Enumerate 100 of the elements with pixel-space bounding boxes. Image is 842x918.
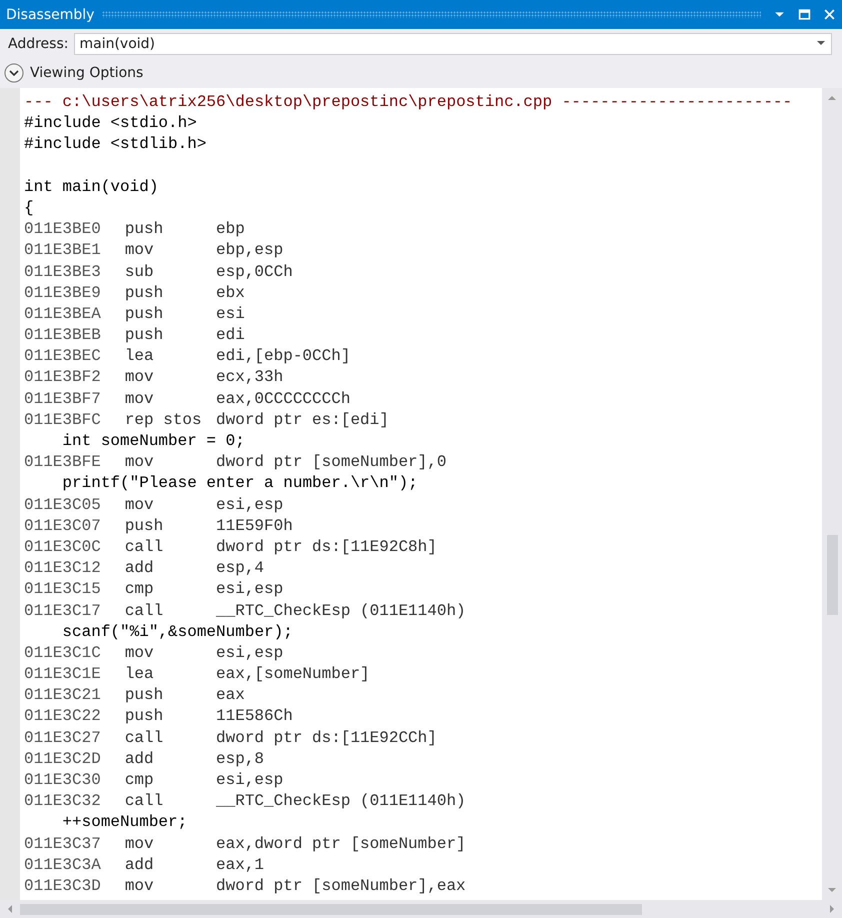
source-line: #include <stdlib.h> — [24, 135, 206, 154]
instruction-address: 011E3BEB — [24, 325, 102, 346]
instruction-operand: eax — [216, 686, 245, 704]
instruction-address: 011E3BF2 — [24, 367, 102, 388]
address-combobox[interactable]: main(void) — [74, 32, 832, 54]
instruction-address: 011E3BE1 — [24, 240, 102, 262]
instruction-address: 011E3C07 — [24, 516, 102, 537]
instruction-mnemonic: call — [124, 536, 164, 558]
instruction-operand: eax,dword ptr [someNumber] — [216, 834, 466, 853]
instruction-mnemonic: mov — [124, 642, 155, 664]
expand-toggle-icon[interactable] — [4, 63, 24, 83]
instruction-operand: dword ptr [someNumber],0 — [216, 453, 446, 472]
address-label: Address: — [8, 36, 68, 52]
scroll-right-icon[interactable] — [827, 904, 837, 914]
instruction-operand: ebp — [216, 220, 245, 238]
instruction-address: 011E3C1C — [24, 642, 102, 664]
instruction-mnemonic: lea — [124, 346, 155, 368]
instruction-address: 011E3BF7 — [24, 388, 102, 410]
instruction-address: 011E3C3D — [24, 876, 102, 897]
instruction-mnemonic: push — [124, 325, 164, 346]
scroll-up-icon[interactable] — [827, 93, 837, 103]
instruction-mnemonic: push — [124, 516, 164, 537]
source-line: printf("Please enter a number.\r\n"); — [61, 474, 418, 492]
instruction-mnemonic: cmp — [124, 770, 155, 791]
instruction-mnemonic: call — [124, 600, 164, 622]
instruction-operand: edi,[ebp-0CCh] — [216, 347, 350, 366]
instruction-address: 011E3C3A — [24, 854, 102, 876]
instruction-operand: esi,esp — [216, 644, 284, 662]
instruction-mnemonic: mov — [124, 834, 155, 855]
instruction-mnemonic: push — [124, 304, 164, 325]
instruction-mnemonic: mov — [124, 494, 155, 516]
instruction-address: 011E3C37 — [24, 834, 102, 855]
instruction-operand: 11E586Ch — [216, 707, 293, 726]
instruction-mnemonic: sub — [124, 262, 155, 282]
instruction-operand: __RTC_CheckEsp (011E1140h) — [216, 792, 466, 810]
instruction-address: 011E3C17 — [24, 600, 102, 622]
instruction-operand: esi,esp — [216, 496, 284, 514]
source-line: #include <stdio.h> — [24, 114, 197, 132]
instruction-operand: esp,4 — [216, 559, 264, 578]
instruction-mnemonic: push — [124, 685, 164, 706]
instruction-operand: dword ptr es:[edi] — [216, 410, 389, 429]
instruction-address: 011E3C32 — [24, 791, 102, 812]
instruction-operand: esi,esp — [216, 771, 284, 789]
instruction-operand: edi — [216, 326, 245, 344]
instruction-address: 011E3C27 — [24, 728, 102, 749]
instruction-operand: ecx,33h — [216, 368, 284, 386]
source-line: scanf("%i",&someNumber); — [61, 622, 293, 641]
instruction-mnemonic: lea — [124, 664, 155, 686]
instruction-operand: dword ptr [someNumber],eax — [216, 876, 466, 895]
maximize-icon[interactable] — [798, 8, 811, 21]
instruction-mnemonic: mov — [124, 240, 155, 262]
instruction-operand: esp,0CCh — [216, 262, 293, 280]
instruction-mnemonic: add — [124, 558, 155, 580]
instruction-address: 011E3BEA — [24, 304, 102, 325]
source-file-header: --- c:\users\atrix256\desktop\prepostinc\prepostinc.cpp ------------------------ — [24, 93, 792, 111]
instruction-address: 011E3BFE — [24, 452, 102, 474]
vertical-scrollbar[interactable] — [822, 88, 842, 900]
instruction-mnemonic: call — [124, 791, 164, 812]
instruction-mnemonic: mov — [124, 367, 155, 388]
instruction-mnemonic: mov — [124, 388, 155, 410]
instruction-mnemonic: push — [124, 219, 164, 240]
source-line: ++someNumber; — [61, 813, 188, 832]
instruction-mnemonic: push — [124, 282, 164, 304]
instruction-operand: esi — [216, 304, 245, 323]
caret-icon[interactable] — [817, 41, 825, 46]
window-title: Disassembly — [6, 6, 94, 22]
instruction-operand: esp,8 — [216, 750, 264, 768]
instruction-mnemonic: mov — [124, 452, 155, 474]
scroll-down-icon[interactable] — [827, 885, 837, 895]
instruction-address: 011E3BE0 — [24, 219, 102, 240]
instruction-mnemonic: mov — [124, 876, 155, 897]
instruction-mnemonic: add — [124, 854, 155, 876]
instruction-address: 011E3C30 — [24, 770, 102, 791]
instruction-address: 011E3C21 — [24, 685, 102, 706]
instruction-address: 011E3C05 — [24, 494, 102, 516]
instruction-mnemonic: push — [124, 706, 164, 728]
instruction-operand: dword ptr ds:[11E92CCh] — [216, 728, 437, 747]
source-line: int someNumber = 0; — [61, 432, 245, 450]
instruction-mnemonic: call — [124, 728, 164, 749]
instruction-operand: eax,1 — [216, 856, 264, 874]
viewing-options-label[interactable]: Viewing Options — [30, 65, 144, 81]
scroll-thumb[interactable] — [20, 904, 642, 915]
source-line: { — [24, 198, 34, 217]
instruction-address: 011E3BEC — [24, 346, 102, 368]
instruction-operand: __RTC_CheckEsp (011E1140h) — [216, 602, 466, 620]
instruction-address: 011E3BFC — [24, 410, 102, 431]
instruction-address: 011E3C12 — [24, 558, 102, 580]
scroll-thumb[interactable] — [827, 535, 838, 615]
instruction-address: 011E3C0C — [24, 536, 102, 558]
instruction-address: 011E3C1E — [24, 664, 102, 686]
instruction-operand: eax,[someNumber] — [216, 665, 370, 684]
instruction-mnemonic: add — [124, 748, 155, 770]
instruction-operand: eax,0CCCCCCCCh — [216, 390, 350, 408]
instruction-operand: 11E59F0h — [216, 516, 293, 535]
close-icon[interactable] — [823, 8, 836, 21]
instruction-address: 011E3BE3 — [24, 262, 102, 282]
instruction-address: 011E3C22 — [24, 706, 102, 728]
instruction-address: 011E3C2D — [24, 748, 102, 770]
horizontal-scrollbar[interactable] — [0, 900, 842, 918]
instruction-operand: dword ptr ds:[11E92C8h] — [216, 538, 437, 556]
